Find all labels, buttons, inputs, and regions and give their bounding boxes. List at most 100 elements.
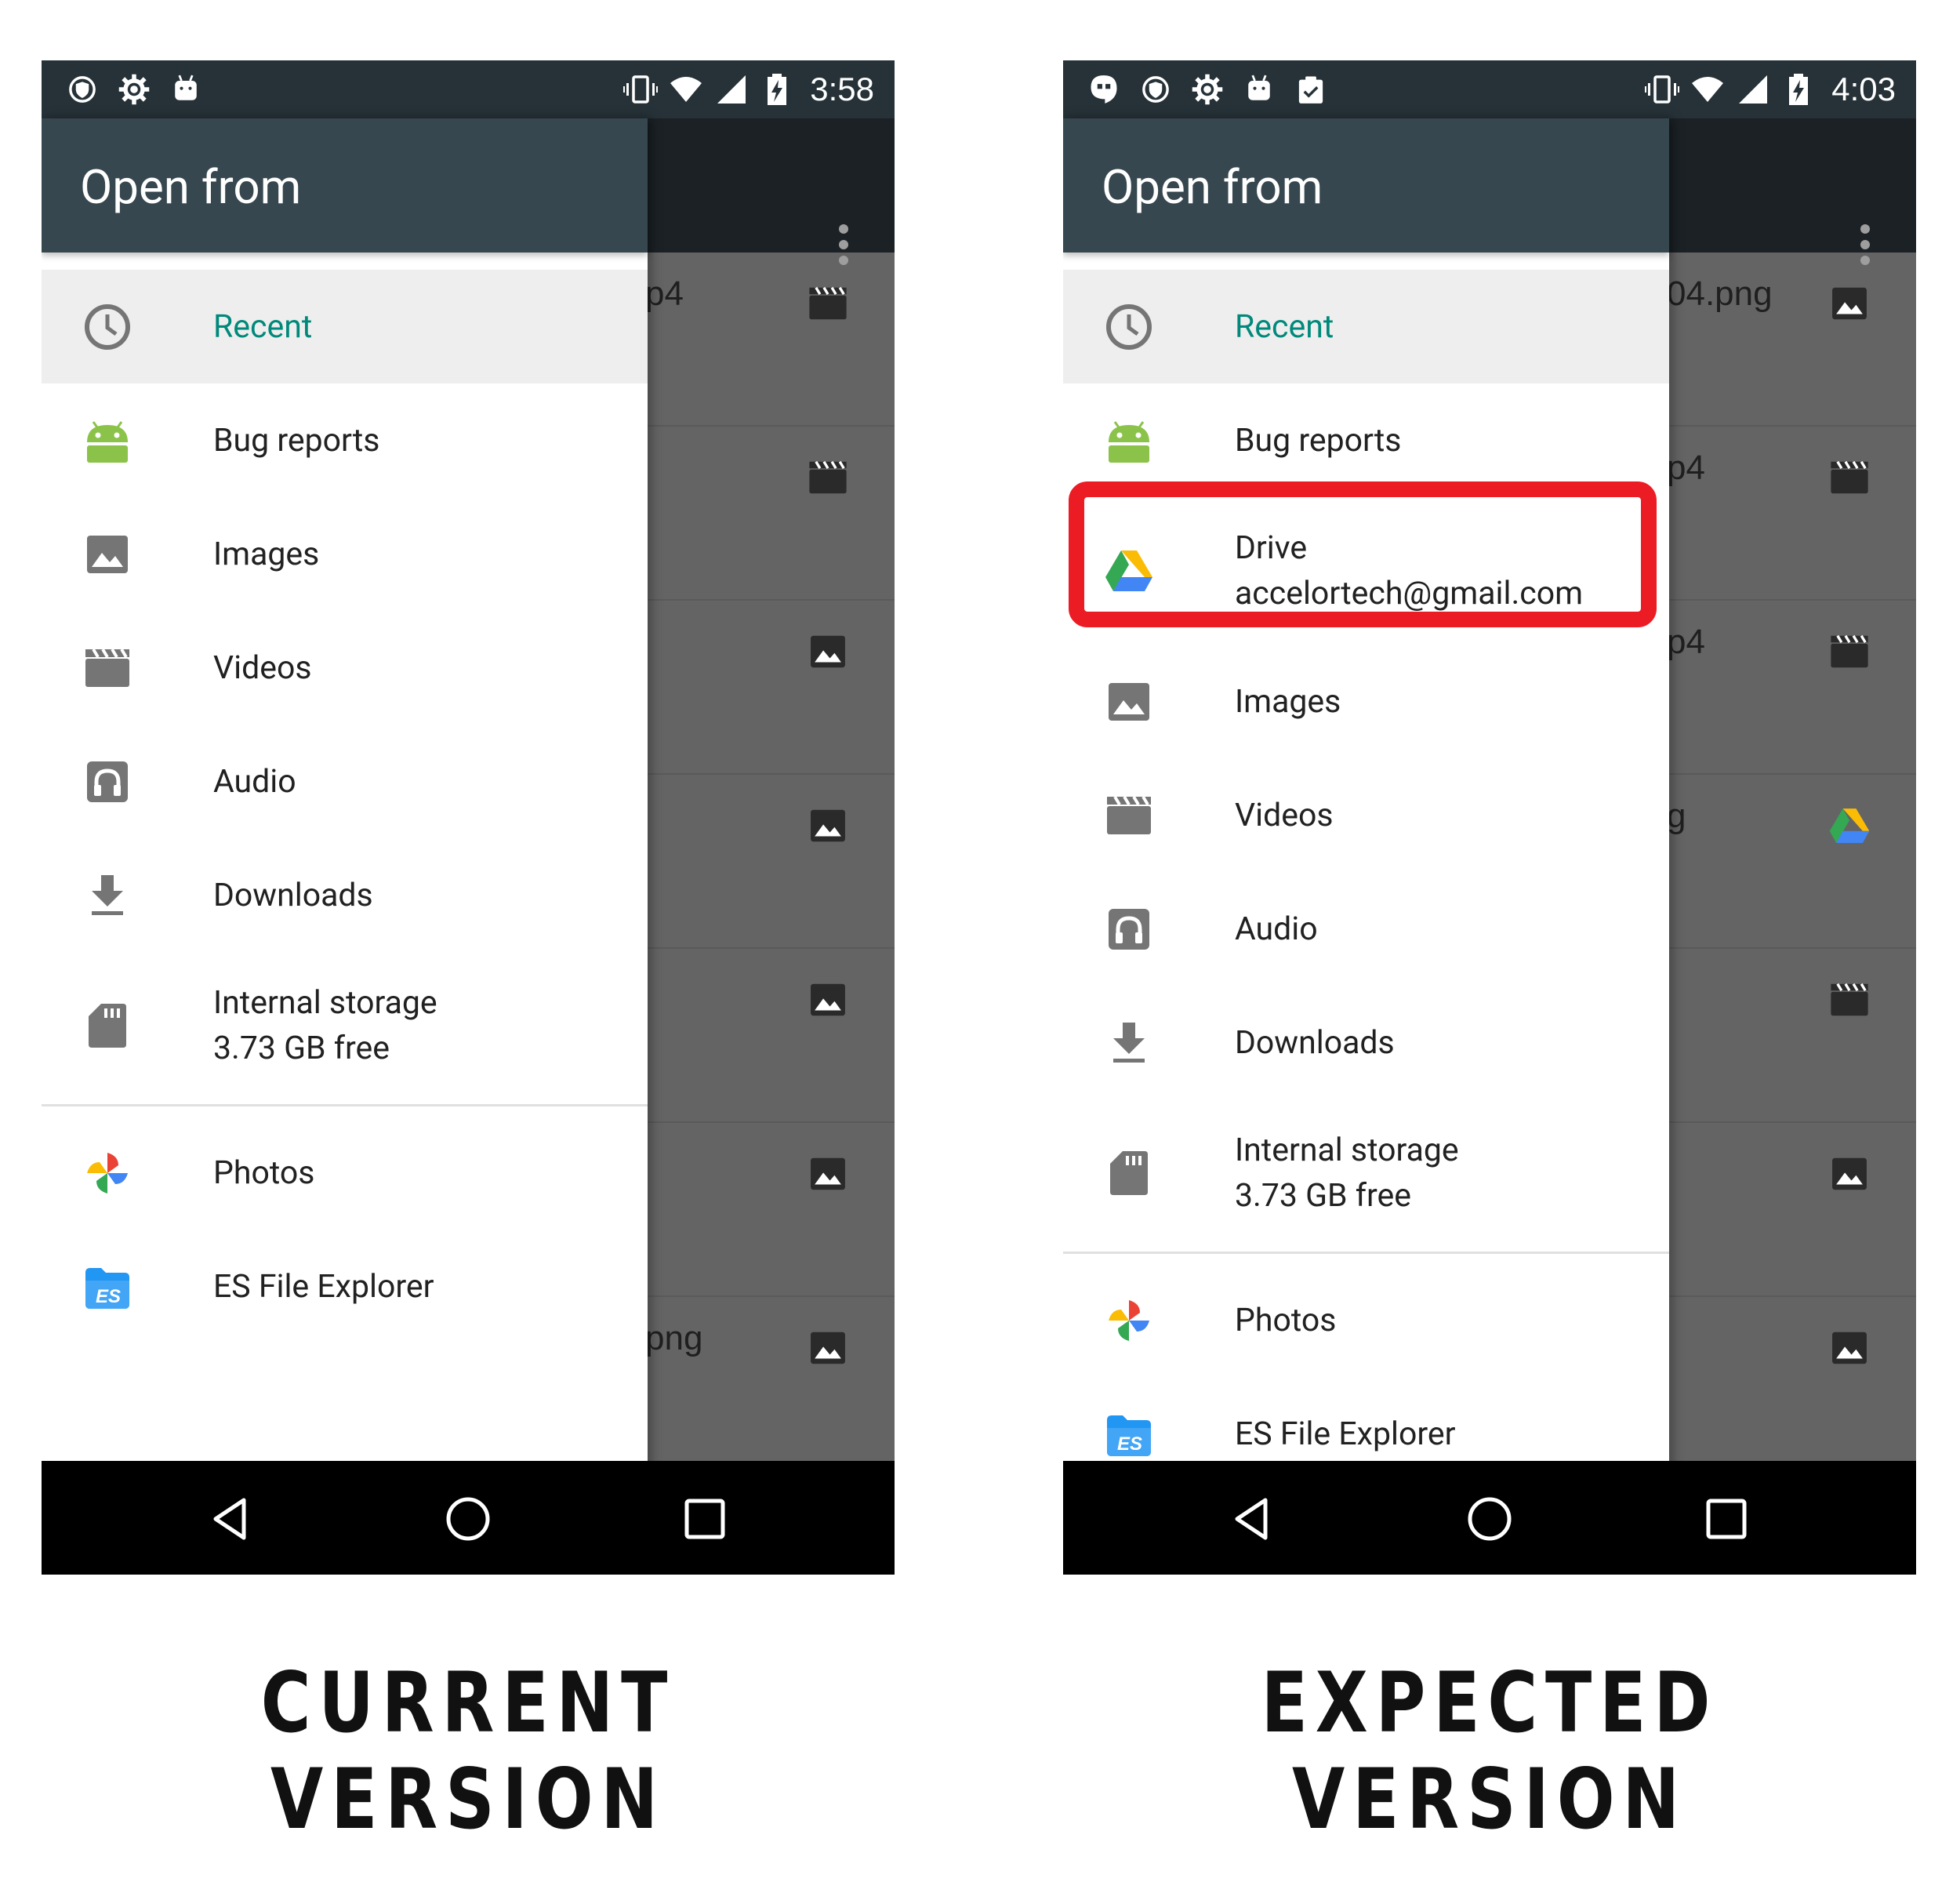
drawer-item-videos[interactable]: Videos bbox=[42, 611, 648, 725]
movie-icon bbox=[809, 460, 847, 494]
wifi-icon bbox=[670, 77, 702, 102]
item-title: ES File Explorer bbox=[213, 1267, 434, 1306]
file-name: g bbox=[1667, 797, 1686, 835]
drawer-item-recent[interactable]: Recent bbox=[1063, 270, 1669, 383]
image-icon bbox=[1109, 682, 1149, 721]
system-status-icons: 4:03 bbox=[1645, 67, 1896, 112]
current-version-caption: CURRENT VERSION bbox=[260, 1655, 676, 1847]
movie-icon bbox=[1831, 460, 1868, 494]
drawer-item-downloads[interactable]: Downloads bbox=[42, 838, 648, 952]
home-icon[interactable] bbox=[1466, 1495, 1513, 1542]
recents-icon[interactable] bbox=[1703, 1495, 1750, 1542]
image-icon bbox=[811, 809, 845, 842]
drawer-divider bbox=[1063, 1252, 1669, 1254]
image-icon bbox=[87, 535, 128, 573]
drawer-item-label: Photos bbox=[213, 1150, 314, 1196]
item-title: Videos bbox=[213, 649, 312, 687]
es-file-explorer-icon: ES bbox=[1107, 1415, 1151, 1456]
drawer-item-label: Bug reports bbox=[1235, 418, 1401, 463]
drawer-item-label: Bug reports bbox=[213, 418, 379, 463]
drawer-title: Open from bbox=[80, 159, 302, 215]
drawer-item-label: Audio bbox=[213, 759, 296, 805]
drawer-item-photos[interactable]: Photos bbox=[42, 1116, 648, 1230]
expected-version-screenshot: 04.png p4 p4 g 4:03 Open from Recent Bug… bbox=[1063, 60, 1916, 1575]
item-title: Videos bbox=[1235, 796, 1334, 834]
hangouts-icon bbox=[1091, 75, 1117, 104]
item-title: Audio bbox=[1235, 910, 1318, 948]
vpn-shield-icon bbox=[69, 76, 96, 103]
movie-icon bbox=[1831, 983, 1868, 1016]
google-drive-icon bbox=[1105, 550, 1152, 591]
drawer-item-audio[interactable]: Audio bbox=[42, 725, 648, 838]
navigation-drawer: Open from Recent Bug reports Images Vide… bbox=[42, 118, 648, 1516]
home-icon[interactable] bbox=[445, 1495, 492, 1542]
movie-icon bbox=[1107, 795, 1151, 834]
item-subtitle: accelortech@gmail.com bbox=[1235, 575, 1584, 612]
image-icon bbox=[1832, 287, 1867, 320]
drawer-item-audio[interactable]: Audio bbox=[1063, 872, 1669, 986]
roots-list: Recent Bug reports Images Videos Audio D… bbox=[42, 270, 648, 1343]
recents-icon[interactable] bbox=[681, 1495, 728, 1542]
file-name: png bbox=[645, 1319, 703, 1357]
item-subtitle: 3.73 GB free bbox=[1235, 1177, 1411, 1215]
drawer-item-label: Images bbox=[213, 532, 319, 577]
item-subtitle: 3.73 GB free bbox=[213, 1030, 390, 1067]
battery-charging-icon bbox=[1789, 74, 1809, 105]
vibrate-icon bbox=[1645, 75, 1680, 104]
image-icon bbox=[811, 1157, 845, 1190]
vpn-shield-icon bbox=[1142, 76, 1169, 103]
drawer-item-images[interactable]: Images bbox=[1063, 645, 1669, 758]
drawer-item-images[interactable]: Images bbox=[42, 497, 648, 611]
drawer-item-bug-reports[interactable]: Bug reports bbox=[1063, 383, 1669, 497]
item-title: Audio bbox=[213, 762, 296, 801]
sd-card-icon bbox=[1110, 1151, 1148, 1195]
drawer-item-label: Images bbox=[1235, 679, 1341, 725]
es-file-explorer-icon: ES bbox=[85, 1267, 129, 1309]
drawer-item-label: ES File Explorer bbox=[1235, 1412, 1456, 1457]
drawer-item-internal-storage[interactable]: Internal storage 3.73 GB free bbox=[1063, 1099, 1669, 1247]
drawer-item-label: Drive accelortech@gmail.com bbox=[1235, 525, 1583, 616]
notification-icons bbox=[1087, 67, 1328, 112]
back-icon[interactable] bbox=[208, 1495, 255, 1542]
drawer-header: Open from bbox=[42, 118, 648, 253]
roots-list: Recent Bug reports Drive accelortech@gma… bbox=[1063, 270, 1669, 1491]
drawer-item-label: Recent bbox=[1235, 304, 1334, 350]
drawer-item-downloads[interactable]: Downloads bbox=[1063, 986, 1669, 1099]
settings-gear-icon bbox=[1192, 74, 1223, 105]
image-icon bbox=[1832, 1157, 1867, 1190]
back-icon[interactable] bbox=[1229, 1495, 1276, 1542]
item-title: ES File Explorer bbox=[1235, 1415, 1456, 1453]
file-name: 04.png bbox=[1667, 274, 1773, 313]
movie-icon bbox=[85, 648, 129, 687]
drawer-item-photos[interactable]: Photos bbox=[1063, 1263, 1669, 1377]
drawer-item-bug-reports[interactable]: Bug reports bbox=[42, 383, 648, 497]
photos-pinwheel-icon bbox=[87, 1152, 128, 1194]
item-title: Images bbox=[213, 535, 320, 573]
photos-pinwheel-icon bbox=[1109, 1299, 1149, 1341]
drawer-item-recent[interactable]: Recent bbox=[42, 270, 648, 383]
drawer-item-drive[interactable]: Drive accelortech@gmail.com bbox=[1063, 497, 1669, 645]
drawer-item-es-file-explorer[interactable]: ES ES File Explorer bbox=[42, 1230, 648, 1343]
status-time: 4:03 bbox=[1831, 71, 1896, 107]
drawer-item-videos[interactable]: Videos bbox=[1063, 758, 1669, 872]
drawer-item-label: Videos bbox=[213, 645, 311, 691]
drawer-item-label: Internal storage 3.73 GB free bbox=[213, 980, 437, 1071]
svg-text:ES: ES bbox=[1117, 1433, 1142, 1455]
item-title: Images bbox=[1235, 682, 1341, 721]
drawer-item-internal-storage[interactable]: Internal storage 3.73 GB free bbox=[42, 952, 648, 1099]
download-icon bbox=[92, 874, 123, 915]
status-bar: 3:58 bbox=[42, 60, 895, 118]
drawer-item-label: Internal storage 3.73 GB free bbox=[1235, 1128, 1459, 1219]
item-title: Bug reports bbox=[213, 421, 380, 460]
download-icon bbox=[1113, 1022, 1145, 1063]
image-icon bbox=[811, 1332, 845, 1364]
item-title: Photos bbox=[213, 1154, 315, 1192]
clipboard-check-icon bbox=[1298, 76, 1323, 104]
vibrate-icon bbox=[623, 75, 659, 104]
item-title: Recent bbox=[1235, 307, 1334, 346]
image-icon bbox=[811, 635, 845, 668]
item-title: Drive bbox=[1235, 529, 1308, 567]
battery-charging-icon bbox=[768, 74, 787, 105]
drawer-title: Open from bbox=[1102, 159, 1323, 215]
drawer-item-label: Recent bbox=[213, 304, 312, 350]
